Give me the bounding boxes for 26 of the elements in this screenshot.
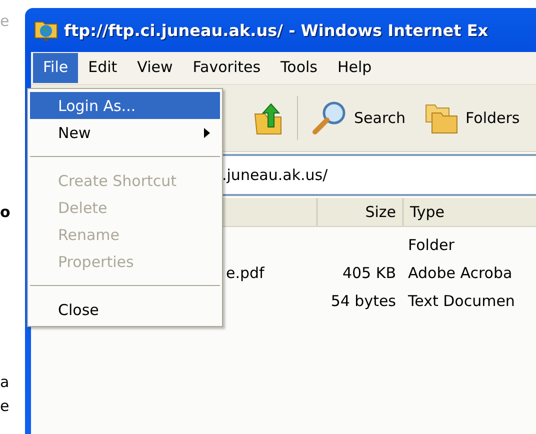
background-text: e	[0, 399, 10, 414]
file-type: Adobe Acroba	[407, 264, 514, 282]
file-name: e.pdf	[225, 264, 266, 282]
menu-item[interactable]: File	[33, 53, 78, 83]
search-button[interactable]: Search	[308, 98, 410, 138]
submenu-arrow-icon	[204, 128, 210, 138]
menu-option[interactable]: Close	[30, 296, 220, 323]
background-text: o	[0, 205, 12, 220]
file-size: 54 bytes	[330, 292, 397, 310]
file-type: Folder	[407, 236, 456, 254]
search-icon	[312, 100, 348, 136]
background-text: a	[0, 375, 10, 390]
menu-item[interactable]: Tools	[270, 53, 328, 83]
folders-button[interactable]: Folders	[420, 99, 524, 137]
menu-option[interactable]: New	[30, 119, 220, 146]
window-title: ftp://ftp.ci.juneau.ak.us/ - Windows Internet Ex	[64, 20, 488, 40]
background-text: e	[0, 14, 10, 29]
menu-item[interactable]: View	[127, 53, 183, 83]
menu-option[interactable]: Login As...	[30, 92, 220, 119]
column-heading[interactable]: Type	[402, 198, 536, 226]
menu-item[interactable]: Edit	[78, 53, 128, 83]
file-size: 405 KB	[341, 264, 397, 282]
column-heading[interactable]: Size	[316, 198, 402, 226]
file-type: Text Documen	[407, 292, 516, 310]
menu-item[interactable]: Favorites	[182, 53, 271, 83]
menu-item[interactable]: Help	[328, 53, 382, 83]
